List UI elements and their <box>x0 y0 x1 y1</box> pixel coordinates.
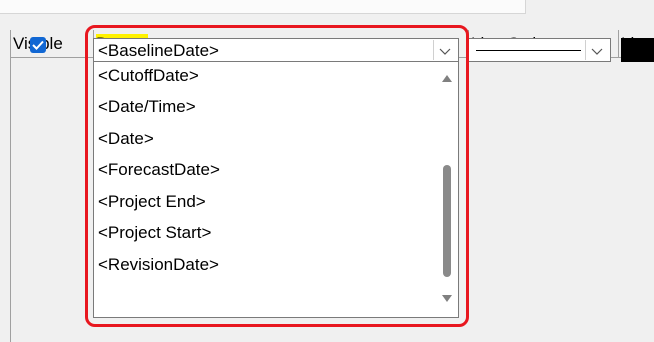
tab[interactable] <box>0 0 81 14</box>
line-style-select[interactable] <box>467 38 611 62</box>
tab[interactable] <box>385 0 526 14</box>
line-color-swatch[interactable] <box>621 38 654 62</box>
highlight-callout <box>85 25 469 327</box>
tab[interactable] <box>80 0 201 14</box>
check-icon <box>32 40 44 50</box>
dropdown-button[interactable] <box>585 40 608 60</box>
chevron-down-icon <box>591 48 603 55</box>
tab[interactable] <box>200 0 296 14</box>
tab-strip <box>0 0 654 14</box>
line-style-preview <box>476 50 581 51</box>
visible-checkbox[interactable] <box>30 37 46 53</box>
column-header-visible[interactable]: Visible <box>11 30 94 58</box>
tab[interactable] <box>295 0 386 14</box>
